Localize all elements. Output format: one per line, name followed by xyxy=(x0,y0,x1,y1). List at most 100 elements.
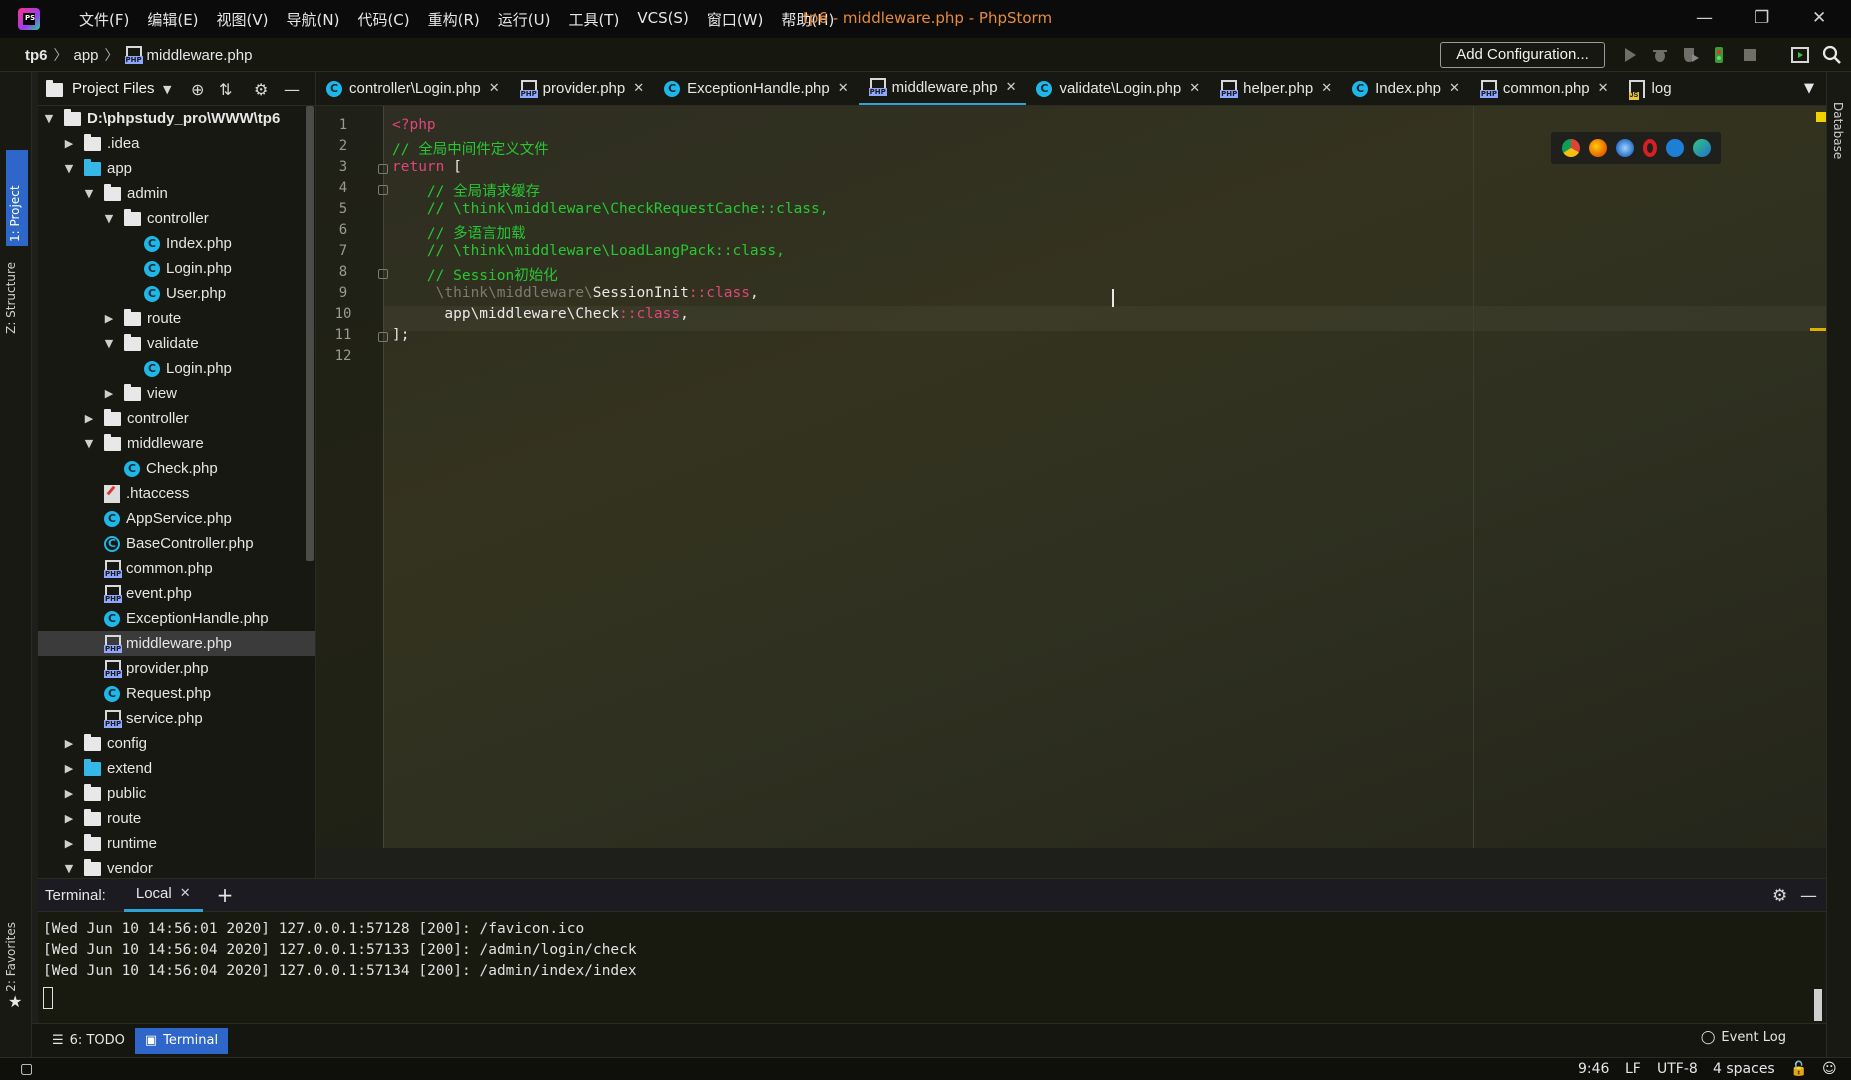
tree-item[interactable]: ▶ runtime xyxy=(38,831,315,856)
editor-tab[interactable]: common.php ✕ xyxy=(1470,72,1619,105)
line-separator[interactable]: LF xyxy=(1625,1061,1641,1077)
tree-item[interactable]: ▼ validate xyxy=(38,331,315,356)
breadcrumb-project[interactable]: tp6 xyxy=(25,47,48,64)
indent-settings[interactable]: 4 spaces xyxy=(1713,1061,1775,1077)
close-icon[interactable]: ✕ xyxy=(1598,81,1609,96)
close-icon[interactable]: ✕ xyxy=(180,886,191,901)
menu-file[interactable]: 文件(F) xyxy=(70,9,138,30)
favorites-tool-tab[interactable]: 2: Favorites xyxy=(4,922,18,992)
inspector-face-icon[interactable]: ☺ xyxy=(1822,1061,1837,1077)
menu-vcs[interactable]: VCS(S) xyxy=(628,9,697,30)
editor-tab[interactable]: log xyxy=(1619,72,1682,105)
expand-right-icon[interactable]: ▶ xyxy=(62,762,76,775)
fold-marker-icon[interactable] xyxy=(378,185,388,195)
locate-target-icon[interactable]: ⊕ xyxy=(191,80,204,99)
opera-icon[interactable] xyxy=(1642,139,1657,157)
error-stripe-marker[interactable] xyxy=(1810,328,1826,331)
file-encoding[interactable]: UTF-8 xyxy=(1657,1061,1698,1077)
tree-item[interactable]: ▶common.php xyxy=(38,556,315,581)
terminal-tab-local[interactable]: Local ✕ xyxy=(123,879,203,912)
toggle-tool-windows-icon[interactable]: ▢ xyxy=(20,1061,33,1077)
edge-icon[interactable] xyxy=(1692,139,1711,157)
menu-tools[interactable]: 工具(T) xyxy=(559,9,628,30)
coverage-icon[interactable] xyxy=(1680,45,1700,65)
close-icon[interactable]: ✕ xyxy=(1189,81,1200,96)
project-view-selector[interactable]: Project Files xyxy=(72,80,155,97)
expand-right-icon[interactable]: ▶ xyxy=(62,737,76,750)
close-icon[interactable]: ✕ xyxy=(1006,80,1017,95)
fold-marker-icon[interactable] xyxy=(378,164,388,174)
hide-panel-icon[interactable]: — xyxy=(284,80,300,99)
tree-item[interactable]: ▶CBaseController.php xyxy=(38,531,315,556)
expand-right-icon[interactable]: ▶ xyxy=(62,787,76,800)
tree-item[interactable]: ▶provider.php xyxy=(38,656,315,681)
code-editor[interactable]: 1 2 3 4 5 6 7 8 9 10 11 12 <?php // 全局中间件定义文件 retur… xyxy=(316,106,1826,848)
expand-down-icon[interactable]: ▼ xyxy=(102,337,116,350)
tree-item[interactable]: ▶CLogin.php xyxy=(38,256,315,281)
run-anything-icon[interactable] xyxy=(1790,45,1810,65)
tree-item[interactable]: ▶ .idea xyxy=(38,131,315,156)
terminal-scrollbar[interactable] xyxy=(1814,989,1822,1021)
search-icon[interactable] xyxy=(1822,45,1842,65)
tree-item[interactable]: ▶CCheck.php xyxy=(38,456,315,481)
menu-refactor[interactable]: 重构(R) xyxy=(419,9,489,30)
expand-right-icon[interactable]: ▶ xyxy=(62,837,76,850)
add-configuration-button[interactable]: Add Configuration... xyxy=(1440,42,1605,68)
project-tool-tab[interactable]: 1: Project xyxy=(6,150,28,246)
restore-button[interactable]: ❐ xyxy=(1754,8,1769,28)
tree-item[interactable]: ▼ D:\phpstudy_pro\WWW\tp6 xyxy=(38,106,315,131)
gear-icon[interactable]: ⚙ xyxy=(1772,886,1787,906)
close-icon[interactable]: ✕ xyxy=(489,81,500,96)
tree-item[interactable]: ▶ view xyxy=(38,381,315,406)
editor-tab[interactable]: Ccontroller\Login.php ✕ xyxy=(316,72,510,105)
tree-item[interactable]: ▶middleware.php xyxy=(38,631,315,656)
editor-tab[interactable]: provider.php ✕ xyxy=(510,72,654,105)
tree-item[interactable]: ▼ middleware xyxy=(38,431,315,456)
fold-marker-icon[interactable] xyxy=(378,332,388,342)
expand-right-icon[interactable]: ▶ xyxy=(62,137,76,150)
tree-item[interactable]: ▶ config xyxy=(38,731,315,756)
tree-item[interactable]: ▶ route xyxy=(38,806,315,831)
editor-tab[interactable]: C ExceptionHandle.php ✕ xyxy=(654,72,859,105)
terminal-tool-tab[interactable]: ▣ Terminal xyxy=(134,1027,229,1054)
todo-tool-tab[interactable]: ☰ 6: TODO xyxy=(42,1028,135,1054)
chrome-icon[interactable] xyxy=(1561,139,1580,157)
menu-view[interactable]: 视图(V) xyxy=(208,9,278,30)
firefox-icon[interactable] xyxy=(1588,139,1607,157)
tree-item[interactable]: ▶CRequest.php xyxy=(38,681,315,706)
database-tool-tab[interactable]: Database xyxy=(1831,102,1845,159)
tree-item[interactable]: ▼ vendor xyxy=(38,856,315,878)
tree-item[interactable]: ▶event.php xyxy=(38,581,315,606)
tree-item[interactable]: ▼ admin xyxy=(38,181,315,206)
editor-tab[interactable]: C Index.php ✕ xyxy=(1342,72,1470,105)
expand-down-icon[interactable]: ▼ xyxy=(42,112,56,125)
tree-item[interactable]: ▶.htaccess xyxy=(38,481,315,506)
tree-item[interactable]: ▼ controller xyxy=(38,206,315,231)
breadcrumb-file[interactable]: middleware.php xyxy=(147,47,253,64)
close-icon[interactable]: ✕ xyxy=(838,81,849,96)
hide-panel-icon[interactable]: — xyxy=(1800,886,1817,906)
tree-item[interactable]: ▶CUser.php xyxy=(38,281,315,306)
expand-right-icon[interactable]: ▶ xyxy=(62,812,76,825)
php-listen-debug-icon[interactable] xyxy=(1710,45,1730,65)
close-icon[interactable]: ✕ xyxy=(633,81,644,96)
fold-marker-icon[interactable] xyxy=(378,269,388,279)
editor-tab[interactable]: Cvalidate\Login.php ✕ xyxy=(1026,72,1210,105)
menu-code[interactable]: 代码(C) xyxy=(348,9,418,30)
menu-navigate[interactable]: 导航(N) xyxy=(278,9,349,30)
safari-icon[interactable] xyxy=(1615,139,1634,157)
terminal-cursor[interactable] xyxy=(43,987,53,1009)
expand-down-icon[interactable]: ▼ xyxy=(82,187,96,200)
tree-item[interactable]: ▶ controller xyxy=(38,406,315,431)
expand-right-icon[interactable]: ▶ xyxy=(102,312,116,325)
tree-item[interactable]: ▶CLogin.php xyxy=(38,356,315,381)
breadcrumb-folder[interactable]: app xyxy=(74,47,99,64)
tree-item[interactable]: ▶ public xyxy=(38,781,315,806)
expand-right-icon[interactable]: ▶ xyxy=(102,387,116,400)
minimize-button[interactable]: — xyxy=(1696,8,1713,28)
caret-position[interactable]: 9:46 xyxy=(1578,1061,1609,1077)
event-log-button[interactable]: ◯ Event Log xyxy=(1701,1030,1786,1045)
run-icon[interactable] xyxy=(1620,45,1640,65)
tree-item[interactable]: ▶ extend xyxy=(38,756,315,781)
close-icon[interactable]: ✕ xyxy=(1449,81,1460,96)
